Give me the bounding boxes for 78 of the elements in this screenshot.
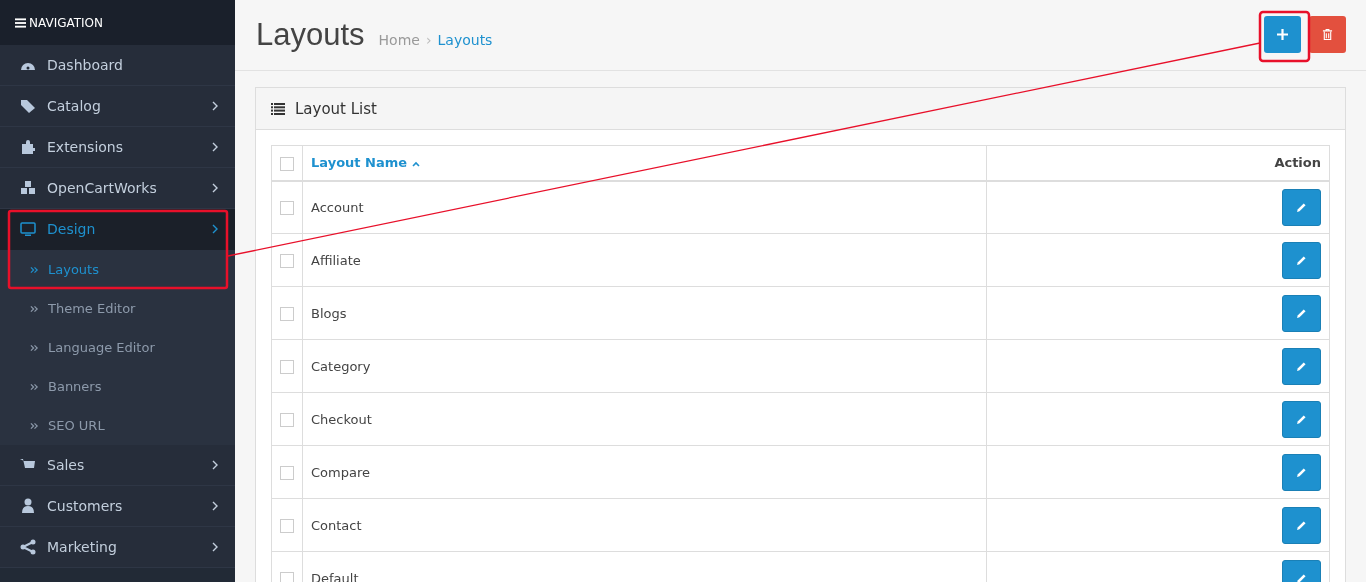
pencil-icon [1296, 519, 1307, 531]
sidebar-item[interactable]: Marketing [0, 527, 235, 568]
caret-icon [411, 161, 420, 168]
panel-title: Layout List [295, 99, 377, 118]
sort-link[interactable]: Layout Name [311, 155, 420, 171]
trash-icon [1322, 28, 1333, 40]
chevron-icon [212, 501, 218, 511]
breadcrumb-link[interactable]: Layouts [437, 32, 493, 48]
row-checkbox[interactable] [280, 518, 294, 533]
annotation-frame [1258, 10, 1311, 63]
table-cell: Checkout [302, 392, 987, 446]
add-button[interactable] [1264, 15, 1301, 53]
double-chevron-icon [30, 304, 39, 313]
double-chevron-icon [30, 421, 39, 430]
table-cell: Blogs [302, 286, 987, 340]
submenu-item[interactable]: Layouts [0, 250, 235, 289]
edit-button[interactable] [1282, 294, 1321, 332]
pencil-icon [1296, 360, 1307, 372]
puzzle-icon [20, 139, 36, 155]
table-cell: Contact [302, 498, 987, 552]
edit-button[interactable] [1282, 188, 1321, 226]
row-checkbox[interactable] [280, 359, 294, 374]
double-chevron-icon [30, 382, 39, 391]
row-checkbox[interactable] [280, 412, 294, 427]
chevron-icon [212, 101, 218, 111]
plus-icon [1277, 28, 1288, 40]
submenu-item[interactable]: SEO URL [0, 406, 235, 445]
sidebar-item[interactable]: Sales [0, 445, 235, 486]
pencil-icon [1296, 466, 1307, 478]
edit-button[interactable] [1282, 347, 1321, 385]
share-icon [20, 539, 36, 555]
row-checkbox[interactable] [280, 571, 294, 582]
sidebar-item[interactable]: Catalog [0, 86, 235, 127]
row-checkbox[interactable] [280, 306, 294, 321]
edit-button[interactable] [1282, 241, 1321, 279]
chevron-icon [212, 142, 218, 152]
monitor-icon [20, 221, 36, 237]
edit-button[interactable] [1282, 506, 1321, 544]
select-all-checkbox[interactable] [280, 156, 294, 171]
pencil-icon [1296, 307, 1307, 319]
table-cell: Affiliate [302, 233, 987, 287]
delete-button[interactable] [1309, 15, 1346, 53]
breadcrumb-separator: › [425, 32, 432, 48]
sidebar-item[interactable]: Dashboard [0, 45, 235, 86]
sidebar-item[interactable]: Design [0, 209, 235, 250]
pencil-icon [1296, 201, 1307, 213]
pencil-icon [1296, 413, 1307, 425]
submenu-item[interactable]: Language Editor [0, 328, 235, 367]
submenu-item[interactable]: Theme Editor [0, 289, 235, 328]
user-icon [20, 498, 36, 514]
breadcrumb-link[interactable]: Home [378, 32, 420, 48]
sidebar-item[interactable]: OpenCartWorks [0, 168, 235, 209]
chevron-icon [212, 542, 218, 552]
row-checkbox[interactable] [280, 465, 294, 480]
menu-icon[interactable] [15, 17, 26, 28]
sidebar-item[interactable]: Customers [0, 486, 235, 527]
table-cell: Account [302, 180, 987, 234]
chevron-icon [212, 224, 218, 234]
navigation-title: NAVIGATION [29, 15, 104, 30]
pencil-icon [1296, 254, 1307, 266]
column-header: Action [986, 145, 1330, 181]
cubes-icon [20, 180, 36, 196]
table-cell: Category [302, 339, 987, 393]
chevron-icon [212, 460, 218, 470]
edit-button[interactable] [1282, 400, 1321, 438]
list-icon [271, 102, 285, 115]
edit-button[interactable] [1282, 453, 1321, 491]
chevron-icon [212, 183, 218, 193]
submenu-item[interactable]: Banners [0, 367, 235, 406]
row-checkbox[interactable] [280, 253, 294, 268]
double-chevron-icon [30, 343, 39, 352]
double-chevron-icon [30, 265, 39, 274]
table-cell: Compare [302, 445, 987, 499]
page-title: Layouts [256, 17, 365, 53]
pencil-icon [1296, 572, 1307, 582]
tag-icon [20, 98, 36, 114]
row-checkbox[interactable] [280, 201, 294, 215]
sidebar-item[interactable]: Extensions [0, 127, 235, 168]
